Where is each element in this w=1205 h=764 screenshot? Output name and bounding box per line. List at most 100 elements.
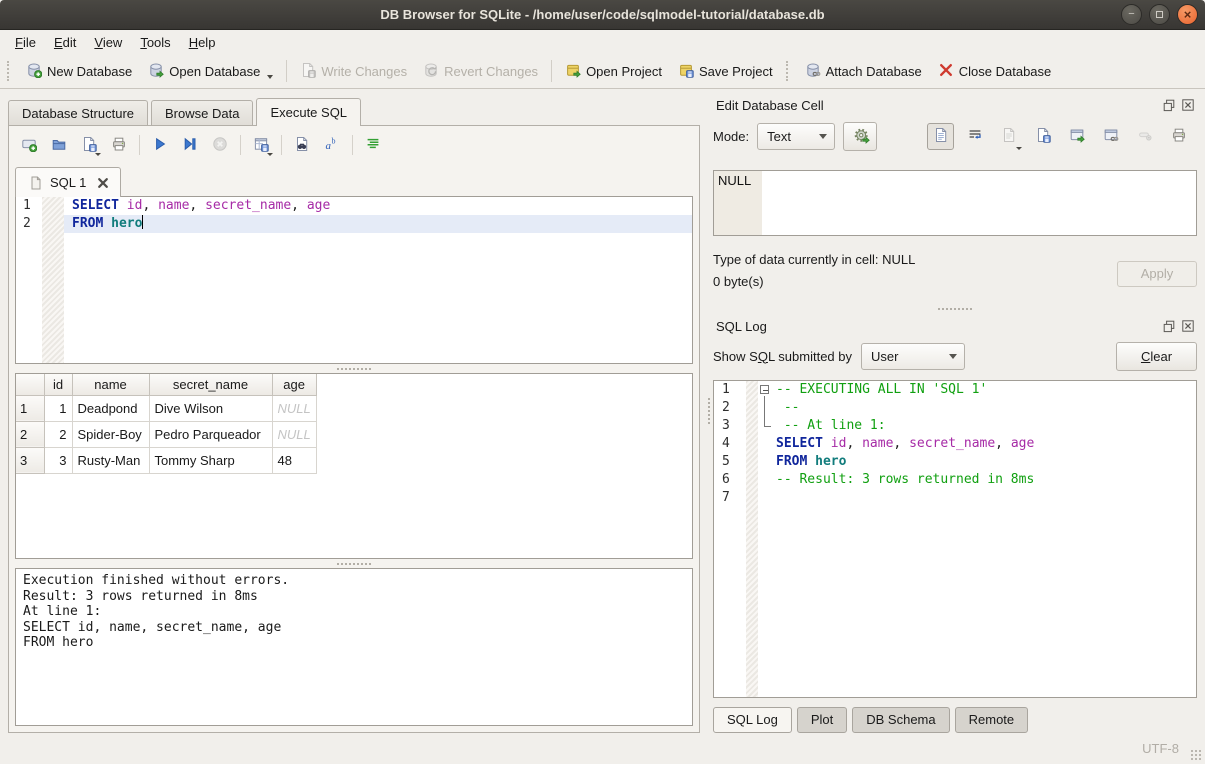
fold-marker[interactable] xyxy=(758,381,774,399)
print-cell-button[interactable] xyxy=(1165,123,1192,150)
column-header-secret-name[interactable]: secret_name xyxy=(149,374,272,395)
column-header-id[interactable]: id xyxy=(44,374,72,395)
sql-file-tab[interactable]: SQL 1 xyxy=(15,167,121,197)
attach-database-button[interactable]: Attach Database xyxy=(797,58,930,85)
code-text: FROM hero xyxy=(64,215,692,233)
log-line[interactable]: 7 xyxy=(714,489,1196,507)
results-message-splitter[interactable] xyxy=(15,559,693,568)
column-header-name[interactable]: name xyxy=(72,374,149,395)
log-line[interactable]: 6-- Result: 3 rows returned in 8ms xyxy=(714,471,1196,489)
open-project-button[interactable]: Open Project xyxy=(557,58,670,85)
dock-tab-remote[interactable]: Remote xyxy=(955,707,1029,733)
close-button[interactable]: × xyxy=(1177,4,1198,25)
cell[interactable]: Deadpond xyxy=(72,395,149,421)
dock-tab-plot[interactable]: Plot xyxy=(797,707,847,733)
line-number: 2 xyxy=(16,215,42,233)
log-line[interactable]: 2 -- xyxy=(714,399,1196,417)
close-icon[interactable] xyxy=(1180,97,1196,113)
fold-marker xyxy=(758,417,774,435)
menu-tools[interactable]: Tools xyxy=(131,32,179,53)
auto-switch-mode-button[interactable] xyxy=(843,122,877,151)
chevron-down-icon[interactable] xyxy=(267,75,273,79)
text-document-button[interactable] xyxy=(927,123,954,150)
new-database-button[interactable]: New Database xyxy=(18,58,140,85)
dock-tab-sql-log[interactable]: SQL Log xyxy=(713,707,792,733)
clear-button[interactable]: Clear xyxy=(1116,342,1197,371)
menu-edit[interactable]: Edit xyxy=(45,32,85,53)
titlebar[interactable]: DB Browser for SQLite - /home/user/code/… xyxy=(0,0,1205,30)
apply-button[interactable]: Apply xyxy=(1117,261,1197,287)
close-database-button[interactable]: Close Database xyxy=(930,58,1060,85)
tab-execute-sql[interactable]: Execute SQL xyxy=(256,98,361,126)
row-header[interactable]: 1 xyxy=(16,395,44,421)
word-wrap-button[interactable] xyxy=(961,123,988,150)
execute-all-button[interactable] xyxy=(148,134,172,156)
cell-info-row: Type of data currently in cell: NULL 0 b… xyxy=(713,252,1197,296)
float-icon[interactable] xyxy=(1161,97,1177,113)
close-icon[interactable] xyxy=(1180,318,1196,334)
cell-value-editor[interactable]: NULL xyxy=(713,170,1197,236)
cell[interactable]: 48 xyxy=(272,447,316,473)
editor-line[interactable]: 1SELECT id, name, secret_name, age xyxy=(16,197,692,215)
sql-editor[interactable]: 1SELECT id, name, secret_name, age2 FROM … xyxy=(15,196,693,364)
attach-database-label: Attach Database xyxy=(826,64,922,79)
cell[interactable]: Pedro Parqueador xyxy=(149,421,272,447)
resize-grip[interactable] xyxy=(1190,749,1202,761)
menu-file[interactable]: File xyxy=(6,32,45,53)
save-sql-file-button[interactable] xyxy=(77,134,101,156)
format-lines-button[interactable] xyxy=(361,134,385,156)
cell[interactable]: NULL xyxy=(272,395,316,421)
cell[interactable]: Tommy Sharp xyxy=(149,447,272,473)
maximize-button[interactable] xyxy=(1149,4,1170,25)
cell[interactable]: NULL xyxy=(272,421,316,447)
results-grid[interactable]: idnamesecret_nameage11DeadpondDive Wilso… xyxy=(15,373,693,559)
gear-apply-icon xyxy=(854,128,870,144)
open-database-button[interactable]: Open Database xyxy=(140,58,281,85)
code-text: FROM hero xyxy=(774,453,846,471)
mode-select[interactable]: Text xyxy=(757,123,835,150)
log-line[interactable]: 3 -- At line 1: xyxy=(714,417,1196,435)
export-results-button[interactable] xyxy=(249,134,273,156)
main-splitter[interactable] xyxy=(704,89,713,733)
editor-line[interactable]: 2 FROM hero xyxy=(16,215,692,233)
copy-link-button[interactable] xyxy=(1097,123,1124,150)
find-button[interactable] xyxy=(290,134,314,156)
dock-splitter[interactable] xyxy=(713,304,1197,313)
tab-database-structure[interactable]: Database Structure xyxy=(8,100,148,126)
tab-browse-data[interactable]: Browse Data xyxy=(151,100,253,126)
fold-marker xyxy=(758,489,774,507)
cell[interactable]: 2 xyxy=(44,421,72,447)
open-in-external-button[interactable] xyxy=(1063,123,1090,150)
minimize-button[interactable]: − xyxy=(1121,4,1142,25)
toolbar-separator xyxy=(139,135,140,155)
toolbar-handle[interactable] xyxy=(786,61,792,81)
float-icon[interactable] xyxy=(1161,318,1177,334)
toolbar-handle[interactable] xyxy=(7,61,13,81)
autocomplete-button[interactable]: ba xyxy=(320,134,344,156)
editor-results-splitter[interactable] xyxy=(15,364,693,373)
row-header[interactable]: 3 xyxy=(16,447,44,473)
cell[interactable]: 1 xyxy=(44,395,72,421)
sql-tab-close-icon[interactable] xyxy=(95,175,111,191)
cell[interactable]: Rusty-Man xyxy=(72,447,149,473)
execute-current-line-button[interactable] xyxy=(178,134,202,156)
save-project-button[interactable]: Save Project xyxy=(670,58,781,85)
grid-corner-header[interactable] xyxy=(16,374,44,395)
open-sql-file-button[interactable] xyxy=(47,134,71,156)
log-line[interactable]: 4SELECT id, name, secret_name, age xyxy=(714,435,1196,453)
submitter-select[interactable]: User xyxy=(861,343,965,370)
cell[interactable]: Dive Wilson xyxy=(149,395,272,421)
column-header-age[interactable]: age xyxy=(272,374,316,395)
menu-view[interactable]: View xyxy=(85,32,131,53)
menu-help[interactable]: Help xyxy=(180,32,225,53)
log-line[interactable]: 5FROM hero xyxy=(714,453,1196,471)
sql-log-view[interactable]: 1-- EXECUTING ALL IN 'SQL 1'2 --3 -- At … xyxy=(713,380,1197,698)
dock-tab-db-schema[interactable]: DB Schema xyxy=(852,707,949,733)
print-button[interactable] xyxy=(107,134,131,156)
save-as-button[interactable] xyxy=(1029,123,1056,150)
log-line[interactable]: 1-- EXECUTING ALL IN 'SQL 1' xyxy=(714,381,1196,399)
row-header[interactable]: 2 xyxy=(16,421,44,447)
new-sql-tab-button[interactable] xyxy=(17,134,41,156)
cell[interactable]: Spider-Boy xyxy=(72,421,149,447)
cell[interactable]: 3 xyxy=(44,447,72,473)
